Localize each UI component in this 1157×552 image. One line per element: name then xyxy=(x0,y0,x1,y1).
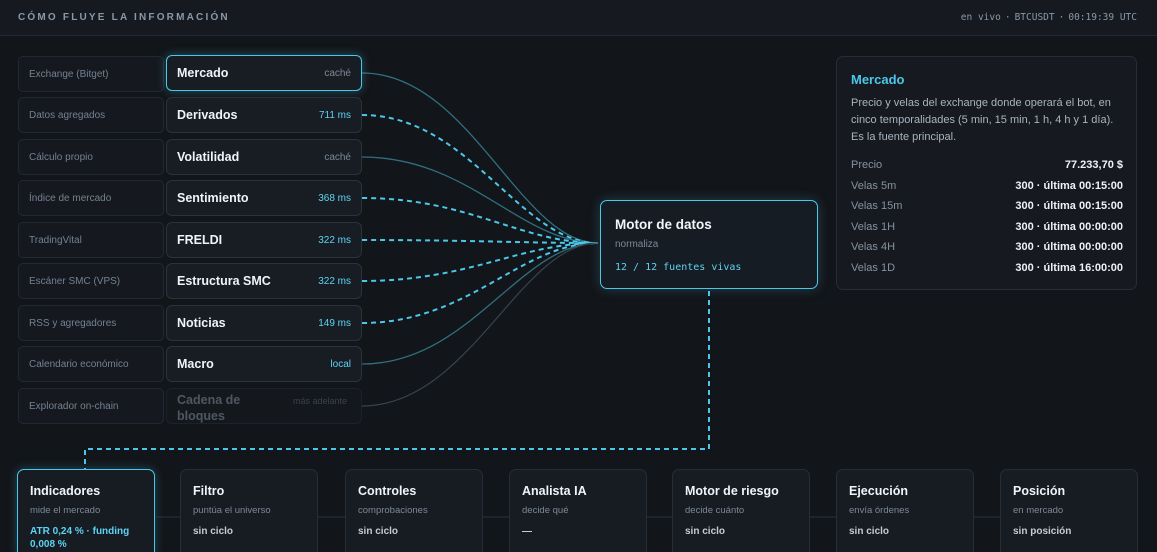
source-origin: RSS y agregadores xyxy=(18,305,164,341)
stage-subtitle: envía órdenes xyxy=(849,505,910,516)
source-connector xyxy=(361,242,599,324)
stage-value: sin ciclo xyxy=(358,526,399,537)
stage-title: Controles xyxy=(358,484,417,498)
source-connector xyxy=(361,242,599,407)
source-connector xyxy=(361,114,599,244)
stage-value: ATR 0,24 % · funding 0,008 % xyxy=(30,526,130,550)
stage-subtitle: decide cuánto xyxy=(685,505,745,516)
source-latency: 711 ms xyxy=(318,110,351,121)
source-origin: Explorador on-chain xyxy=(18,388,164,424)
source-name: Estructura SMC xyxy=(177,274,271,288)
source-latency: 322 ms xyxy=(318,235,351,246)
source-latency: 368 ms xyxy=(318,193,351,204)
detail-key: Velas 5m xyxy=(851,180,897,192)
source-origin: Escáner SMC (VPS) xyxy=(18,263,164,299)
detail-row: Velas 15m 300 · última 00:15:00 xyxy=(851,198,1123,218)
stage-title: Analista IA xyxy=(522,484,587,498)
source-derivados[interactable]: Derivados 711 ms xyxy=(166,97,362,133)
source-origin: TradingVital xyxy=(18,222,164,258)
detail-value: 300 · última 00:00:00 xyxy=(1015,241,1123,253)
source-estructura-smc[interactable]: Estructura SMC 322 ms xyxy=(166,263,362,299)
source-connector xyxy=(361,239,599,244)
data-engine-live-count: 12 / 12 fuentes vivas xyxy=(615,262,742,273)
source-name: FRELDI xyxy=(177,233,223,247)
source-volatilidad[interactable]: Volatilidad caché xyxy=(166,139,362,175)
detail-value: 300 · última 00:00:00 xyxy=(1015,221,1123,233)
source-origin: Datos agregados xyxy=(18,97,164,133)
source-latency: 149 ms xyxy=(318,318,351,329)
stage-value: sin posición xyxy=(1013,526,1072,537)
detail-key: Velas 4H xyxy=(851,241,896,253)
stage-title: Filtro xyxy=(193,484,225,498)
source-name: Volatilidad xyxy=(177,150,240,164)
source-origin: Cálculo propio xyxy=(18,139,164,175)
source-cadena-de-bloques[interactable]: Cadena de bloques más adelante xyxy=(166,388,362,424)
source-name: Noticias xyxy=(177,316,226,330)
source-name: Cadena de bloques xyxy=(177,393,241,423)
stage-value: sin ciclo xyxy=(849,526,890,537)
stage-posicion[interactable]: Posición en mercado sin posición xyxy=(1000,469,1138,552)
source-macro[interactable]: Macro local xyxy=(166,346,362,382)
detail-row: Velas 1H 300 · última 00:00:00 xyxy=(851,219,1123,239)
stage-ejecucion[interactable]: Ejecución envía órdenes sin ciclo xyxy=(836,469,974,552)
stage-analista-ia[interactable]: Analista IA decide qué — xyxy=(509,469,647,552)
stage-value: — xyxy=(522,526,532,537)
source-detail-panel: Mercado Precio y velas del exchange dond… xyxy=(836,56,1137,290)
detail-value: 300 · última 16:00:00 xyxy=(1015,262,1123,274)
detail-key: Precio xyxy=(851,159,883,171)
stage-title: Posición xyxy=(1013,484,1066,498)
stage-subtitle: decide qué xyxy=(522,505,569,516)
source-noticias[interactable]: Noticias 149 ms xyxy=(166,305,362,341)
source-latency: caché xyxy=(324,68,351,79)
detail-title: Mercado xyxy=(851,72,905,87)
detail-row: Precio 77.233,70 $ xyxy=(851,157,1123,177)
source-origin: Índice de mercado xyxy=(18,180,164,216)
stage-filtro[interactable]: Filtro puntúa el universo sin ciclo xyxy=(180,469,318,552)
source-latency: 322 ms xyxy=(318,276,351,287)
stage-controles[interactable]: Controles comprobaciones sin ciclo xyxy=(345,469,483,552)
stage-title: Indicadores xyxy=(30,484,101,498)
source-connector xyxy=(361,242,599,365)
source-name: Mercado xyxy=(177,66,229,80)
detail-value: 300 · última 00:15:00 xyxy=(1015,200,1123,212)
detail-description: Precio y velas del exchange donde operar… xyxy=(851,97,1114,143)
detail-value: 77.233,70 $ xyxy=(1064,159,1123,171)
source-connector xyxy=(361,197,599,244)
detail-row: Velas 5m 300 · última 00:15:00 xyxy=(851,178,1123,198)
data-engine-title: Motor de datos xyxy=(615,217,712,232)
detail-key: Velas 1H xyxy=(851,221,896,233)
source-connector xyxy=(361,156,599,244)
data-engine-subtitle: normaliza xyxy=(615,239,659,250)
source-origin: Exchange (Bitget) xyxy=(18,56,164,92)
detail-value: 300 · última 00:15:00 xyxy=(1015,180,1123,192)
stage-indicadores[interactable]: Indicadores mide el mercado ATR 0,24 % ·… xyxy=(17,469,155,552)
source-name: Derivados xyxy=(177,108,238,122)
source-mercado[interactable]: Mercado caché xyxy=(166,55,362,91)
source-freldi[interactable]: FRELDI 322 ms xyxy=(166,222,362,258)
stage-value: sin ciclo xyxy=(193,526,234,537)
stage-motor-de-riesgo[interactable]: Motor de riesgo decide cuánto sin ciclo xyxy=(672,469,810,552)
detail-key: Velas 15m xyxy=(851,200,903,212)
stage-subtitle: en mercado xyxy=(1013,505,1064,516)
source-latency: más adelante xyxy=(293,396,348,406)
source-name: Macro xyxy=(177,357,214,371)
stage-title: Motor de riesgo xyxy=(685,484,779,498)
stage-subtitle: comprobaciones xyxy=(358,505,428,516)
stage-subtitle: mide el mercado xyxy=(30,505,101,516)
data-engine-node[interactable]: Motor de datos normaliza 12 / 12 fuentes… xyxy=(600,200,818,289)
source-latency: caché xyxy=(324,152,351,163)
stage-value: sin ciclo xyxy=(685,526,726,537)
source-origin: Calendario económico xyxy=(18,346,164,382)
stage-subtitle: puntúa el universo xyxy=(193,505,271,516)
detail-row: Velas 1D 300 · última 16:00:00 xyxy=(851,260,1123,280)
detail-row: Velas 4H 300 · última 00:00:00 xyxy=(851,239,1123,259)
detail-key: Velas 1D xyxy=(851,262,896,274)
source-latency: local xyxy=(330,359,351,370)
source-name: Sentimiento xyxy=(177,191,249,205)
source-sentimiento[interactable]: Sentimiento 368 ms xyxy=(166,180,362,216)
stage-title: Ejecución xyxy=(849,484,909,498)
